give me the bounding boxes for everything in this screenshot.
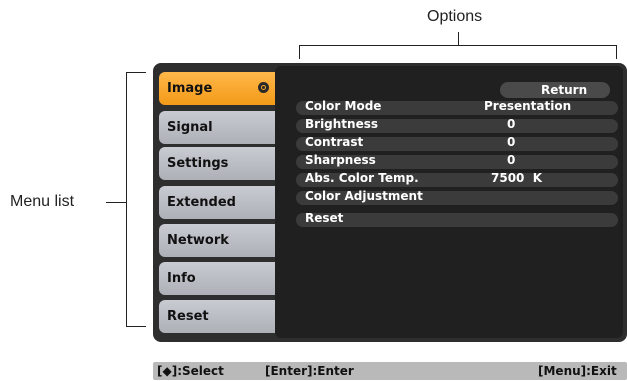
return-label: Return bbox=[541, 83, 588, 97]
menu-bracket-bottom bbox=[126, 326, 146, 327]
option-value: Presentation bbox=[484, 99, 572, 113]
option-label: Abs. Color Temp. bbox=[305, 171, 419, 185]
menu-bracket-vertical bbox=[126, 72, 127, 327]
option-value: 0 bbox=[507, 135, 516, 149]
menu-item-label: Settings bbox=[167, 156, 229, 171]
menu-item-label: Info bbox=[167, 271, 196, 286]
options-bracket-stem bbox=[458, 32, 459, 46]
option-label: Reset bbox=[305, 211, 344, 225]
menu-item-label: Image bbox=[167, 81, 213, 96]
menu-item-reset[interactable]: Reset bbox=[159, 300, 275, 333]
option-label: Sharpness bbox=[305, 153, 376, 167]
menu-bracket-stem bbox=[106, 202, 126, 203]
menu-item-label: Signal bbox=[167, 120, 213, 135]
menu-item-network[interactable]: Network bbox=[159, 224, 275, 257]
menu-item-label: Reset bbox=[167, 309, 209, 324]
option-label: Contrast bbox=[305, 135, 364, 149]
menu-bracket-top bbox=[126, 72, 146, 73]
help-exit: [Menu]:Exit bbox=[538, 364, 617, 378]
menu-item-signal[interactable]: Signal bbox=[159, 111, 275, 144]
help-bar: [◆]:Select [Enter]:Enter [Menu]:Exit bbox=[153, 362, 627, 380]
menu-item-extended[interactable]: Extended bbox=[159, 186, 275, 219]
option-label: Color Mode bbox=[305, 99, 382, 113]
options-bracket-left bbox=[299, 45, 300, 59]
option-value: 0 bbox=[507, 153, 516, 167]
menu-item-info[interactable]: Info bbox=[159, 262, 275, 295]
option-label: Color Adjustment bbox=[305, 189, 423, 203]
menu-item-settings[interactable]: Settings bbox=[159, 147, 275, 180]
option-value: 7500 K bbox=[491, 171, 543, 185]
selected-indicator-icon bbox=[258, 82, 269, 93]
options-bracket-top bbox=[299, 45, 617, 46]
option-label: Brightness bbox=[305, 117, 379, 131]
help-enter: [Enter]:Enter bbox=[265, 364, 354, 378]
menu-item-label: Extended bbox=[167, 195, 236, 210]
menu-item-label: Network bbox=[167, 233, 229, 248]
options-callout-label: Options bbox=[427, 8, 483, 25]
menu-item-image[interactable]: Image bbox=[159, 72, 275, 105]
options-bracket-right bbox=[616, 45, 617, 59]
help-select: [◆]:Select bbox=[157, 364, 224, 378]
option-value: 0 bbox=[507, 117, 516, 131]
option-row-bg bbox=[296, 213, 618, 227]
menu-list-callout-label: Menu list bbox=[10, 193, 75, 210]
